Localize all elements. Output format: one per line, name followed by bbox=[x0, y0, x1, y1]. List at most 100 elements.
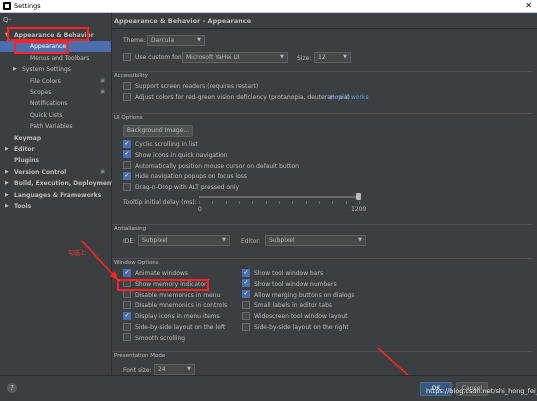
option-checkbox[interactable]: Side-by-side layout on the left bbox=[123, 322, 225, 332]
chevron-down-icon: ▼ bbox=[343, 54, 347, 60]
chevron-right-icon[interactable]: ▶ bbox=[5, 201, 9, 212]
option-checkbox[interactable]: ✓ Cyclic scrolling in list bbox=[123, 139, 198, 149]
checkbox-box bbox=[242, 311, 250, 320]
slider-tick bbox=[345, 201, 347, 204]
option-label: Disable mnemonics in menu bbox=[135, 291, 221, 299]
divider bbox=[112, 351, 532, 352]
how-it-works-link[interactable]: How it works bbox=[330, 93, 369, 102]
tree-item[interactable]: File Colors ▣ bbox=[0, 76, 111, 87]
checkbox-box bbox=[123, 182, 131, 191]
slider-tick bbox=[292, 201, 294, 204]
tree-item[interactable]: Keymap bbox=[0, 133, 111, 144]
slider-tick bbox=[319, 201, 320, 204]
divider bbox=[112, 113, 532, 114]
chevron-right-icon[interactable]: ▶ bbox=[5, 144, 9, 155]
option-checkbox[interactable]: Side-by-side layout on the right bbox=[242, 322, 349, 332]
custom-font-checkbox[interactable]: Use custom font: bbox=[123, 52, 186, 62]
tree-item[interactable]: Plugins bbox=[0, 155, 111, 166]
close-icon[interactable]: ✕ bbox=[525, 1, 532, 10]
slider-tick bbox=[199, 201, 200, 204]
chevron-right-icon[interactable]: ▶ bbox=[5, 167, 9, 178]
option-checkbox[interactable]: Disable mnemonics in menu bbox=[123, 290, 221, 300]
project-scope-icon: ▣ bbox=[100, 168, 105, 175]
checkmark-icon: ✓ bbox=[242, 268, 250, 277]
option-checkbox[interactable]: ✓ Hide navigation popups on focus loss bbox=[123, 171, 247, 181]
theme-select[interactable]: Darcula ▼ bbox=[147, 35, 205, 46]
checkmark-icon: ✓ bbox=[242, 290, 250, 299]
option-label: Show tool window numbers bbox=[254, 280, 337, 288]
font-select[interactable]: Microsoft YaHei UI ▼ bbox=[182, 52, 288, 63]
font-size-label: Font size: bbox=[123, 367, 152, 374]
tree-item[interactable]: ▶ Tools bbox=[0, 201, 111, 212]
chevron-right-icon[interactable]: ▶ bbox=[5, 190, 9, 201]
help-button[interactable]: ? bbox=[7, 383, 17, 393]
option-checkbox[interactable]: ✓ Display icons in menu items bbox=[123, 311, 220, 321]
option-checkbox[interactable]: Disable mnemonics in controls bbox=[123, 300, 228, 310]
tree-item[interactable]: ▶ System Settings bbox=[0, 64, 111, 75]
window-title: Settings bbox=[14, 2, 41, 10]
tree-item-label: File Colors bbox=[30, 77, 61, 85]
tree-item[interactable]: Scopes ▣ bbox=[0, 87, 111, 98]
font-size-value: 24 bbox=[158, 366, 166, 373]
tree-item-label: Languages & Frameworks bbox=[14, 191, 102, 199]
tooltip-delay-slider[interactable] bbox=[199, 196, 359, 198]
antialiasing-title: Antialiasing bbox=[114, 226, 147, 232]
option-label: Disable mnemonics in controls bbox=[135, 302, 228, 310]
size-label: Size: bbox=[297, 55, 312, 62]
watermark: https://blog.csdn.net/shi_hong_fei_hei bbox=[426, 387, 537, 395]
checkmark-icon: ✓ bbox=[242, 279, 250, 288]
chevron-down-icon: ▼ bbox=[187, 366, 191, 372]
project-scope-icon: ▣ bbox=[100, 89, 105, 95]
editor-antialiasing-select[interactable]: Subpixel ▼ bbox=[265, 235, 366, 246]
tree-item[interactable]: ▶ Editor bbox=[0, 144, 111, 155]
checkbox-box bbox=[123, 52, 131, 61]
app-icon bbox=[3, 2, 11, 10]
checkmark-icon: ✓ bbox=[123, 171, 131, 180]
ide-antialiasing-select[interactable]: Subpixel ▼ bbox=[138, 235, 230, 246]
adjust-colors-label: Adjust colors for red-green vision defic… bbox=[135, 94, 350, 101]
tree-item[interactable]: Quick Lists bbox=[0, 110, 111, 121]
ide-value: Subpixel bbox=[142, 237, 168, 244]
chevron-right-icon[interactable]: ▶ bbox=[13, 64, 17, 75]
slider-tick bbox=[279, 201, 280, 204]
tree-item[interactable]: Menus and Toolbars bbox=[0, 53, 111, 64]
screen-readers-checkbox[interactable]: Support screen readers (requires restart… bbox=[123, 81, 258, 91]
checkbox-box bbox=[123, 161, 131, 170]
chevron-down-icon: ▼ bbox=[222, 237, 226, 243]
divider bbox=[112, 258, 532, 259]
tree-item-label: Quick Lists bbox=[30, 111, 63, 119]
presentation-font-size-select[interactable]: 24 ▼ bbox=[154, 364, 195, 375]
tree-item[interactable]: Notifications bbox=[0, 98, 111, 109]
window-titlebar: Settings ✕ bbox=[0, 0, 537, 13]
option-checkbox[interactable]: ✓ Show icons in quick navigation bbox=[123, 150, 228, 160]
option-checkbox[interactable]: ✓ Show tool window bars bbox=[242, 268, 323, 278]
project-scope-icon: ▣ bbox=[100, 77, 105, 84]
slider-thumb[interactable] bbox=[356, 193, 361, 200]
option-checkbox[interactable]: Smooth scrolling bbox=[123, 333, 185, 343]
adjust-colors-checkbox[interactable]: Adjust colors for red-green vision defic… bbox=[123, 92, 350, 102]
tree-item[interactable]: ▶ Build, Execution, Deployment bbox=[0, 178, 114, 189]
highlight-memory-indicator bbox=[117, 279, 209, 291]
tree-item[interactable]: Path Variables bbox=[0, 121, 111, 132]
background-image-button[interactable]: Background Image... bbox=[123, 125, 193, 137]
option-checkbox[interactable]: ✓ Animate windows bbox=[123, 268, 188, 278]
tree-item[interactable]: ▶ Languages & Frameworks bbox=[0, 190, 111, 201]
tree-item[interactable]: ▶ Version Control ▣ bbox=[0, 167, 111, 178]
editor-value: Subpixel bbox=[269, 237, 295, 244]
search-field[interactable]: Q- bbox=[3, 16, 107, 27]
option-checkbox[interactable]: Small labels in editor tabs bbox=[242, 300, 332, 310]
tooltip-max-label: 1200 bbox=[351, 206, 367, 213]
option-checkbox[interactable]: ✓ Allow merging buttons on dialogs bbox=[242, 290, 354, 300]
option-checkbox[interactable]: ✓ Show tool window numbers bbox=[242, 279, 337, 289]
option-checkbox[interactable]: Drag-n-Drop with ALT pressed only bbox=[123, 182, 239, 192]
option-label: Display icons in menu items bbox=[135, 313, 220, 321]
search-icon: Q- bbox=[3, 16, 12, 24]
size-select[interactable]: 12 ▼ bbox=[314, 52, 351, 63]
chevron-down-icon: ▼ bbox=[358, 237, 362, 243]
chevron-right-icon[interactable]: ▶ bbox=[5, 178, 9, 189]
accessibility-title: Accessibility bbox=[114, 73, 148, 79]
slider-tick bbox=[252, 201, 254, 204]
option-checkbox[interactable]: Widescreen tool window layout bbox=[242, 311, 347, 321]
option-checkbox[interactable]: Automatically position mouse cursor on d… bbox=[123, 161, 299, 171]
tooltip-min-label: 0 bbox=[198, 206, 202, 213]
